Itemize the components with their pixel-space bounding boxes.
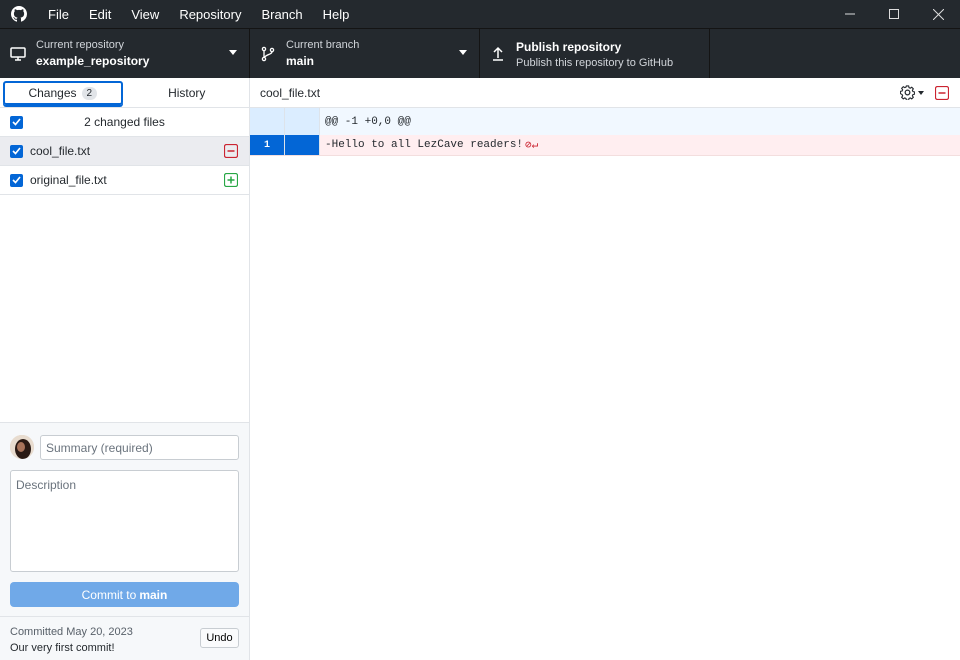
file-checkbox[interactable]	[10, 144, 23, 158]
tab-history-label: History	[168, 86, 206, 100]
maximize-button[interactable]	[872, 0, 916, 28]
tab-changes-label: Changes	[28, 86, 77, 100]
hunk-header-row: @@ -1 +0,0 @@	[250, 108, 960, 135]
file-added-icon	[224, 173, 238, 187]
chevron-down-icon	[459, 50, 467, 55]
current-branch-name: main	[286, 53, 315, 68]
commit-summary-input[interactable]	[40, 435, 239, 460]
publish-repository-title: Publish repository	[516, 39, 622, 54]
avatar	[10, 435, 34, 459]
menu-edit[interactable]: Edit	[79, 0, 121, 28]
chevron-down-icon	[918, 90, 924, 95]
chevron-down-icon	[229, 50, 237, 55]
hunk-header-text: @@ -1 +0,0 @@	[325, 115, 411, 128]
file-checkbox[interactable]	[10, 173, 23, 187]
file-name: cool_file.txt	[30, 144, 91, 158]
menu-bar: File Edit View Repository Branch Help	[38, 0, 359, 28]
github-logo-icon	[10, 5, 28, 23]
tab-history[interactable]: History	[125, 78, 249, 108]
commit-form: Commit to main	[0, 422, 249, 616]
menu-view[interactable]: View	[121, 0, 169, 28]
close-icon	[932, 8, 944, 20]
maximize-icon	[889, 9, 899, 19]
checkmark-icon	[12, 147, 21, 155]
branch-icon	[260, 46, 276, 62]
file-list-item[interactable]: original_file.txt	[0, 166, 249, 195]
toolbar: Current repository example_repository Cu…	[0, 28, 960, 78]
file-name: original_file.txt	[30, 173, 107, 187]
old-line-gutter	[250, 108, 285, 135]
diff-settings-button[interactable]	[900, 85, 924, 100]
last-commit-message: Our very first commit!	[10, 642, 115, 654]
title-bar: File Edit View Repository Branch Help	[0, 0, 960, 28]
current-repository-caption: Current repository	[36, 38, 125, 51]
diff-file-name: cool_file.txt	[260, 85, 321, 100]
commit-button-label: Commit to	[81, 587, 137, 602]
commit-button-branch: main	[139, 587, 168, 602]
publish-repository-caption: Publish this repository to GitHub	[516, 56, 674, 69]
desktop-icon	[10, 46, 26, 62]
window-controls	[828, 0, 960, 28]
file-deleted-icon	[224, 144, 238, 158]
changes-count-badge: 2	[81, 86, 98, 100]
commit-button[interactable]: Commit to main	[10, 582, 239, 607]
select-all-checkbox[interactable]	[10, 115, 23, 129]
undo-button[interactable]: Undo	[200, 628, 239, 648]
menu-file[interactable]: File	[38, 0, 79, 28]
minimize-button[interactable]	[828, 0, 872, 28]
minimize-icon	[845, 13, 855, 15]
no-newline-icon: ⊘↵	[525, 140, 539, 152]
sidebar-tabs: Changes 2 History	[0, 78, 249, 108]
new-line-gutter	[285, 135, 320, 155]
menu-branch[interactable]: Branch	[251, 0, 312, 28]
last-commit-date: Committed May 20, 2023	[10, 626, 133, 638]
deleted-line-content: -Hello to all LezCave readers!	[325, 139, 524, 151]
close-window-button[interactable]	[916, 0, 960, 28]
commit-description-input[interactable]	[10, 470, 239, 572]
current-branch-caption: Current branch	[286, 38, 360, 51]
current-repository-button[interactable]: Current repository example_repository	[0, 29, 250, 78]
changes-header: 2 changed files	[0, 108, 249, 137]
old-line-number: 1	[250, 135, 285, 155]
menu-repository[interactable]: Repository	[169, 0, 251, 28]
diff-deleted-line[interactable]: 1 -Hello to all LezCave readers! ⊘↵	[250, 135, 960, 156]
changes-sidebar: Changes 2 History 2 changed files cool_f…	[0, 78, 250, 660]
last-commit-panel: Committed May 20, 2023 Our very first co…	[0, 616, 249, 660]
tab-changes[interactable]: Changes 2	[3, 81, 123, 105]
current-repository-name: example_repository	[36, 53, 150, 68]
new-line-gutter	[285, 108, 320, 135]
changed-files-count: 2 changed files	[84, 115, 165, 129]
checkmark-icon	[12, 118, 21, 126]
menu-help[interactable]: Help	[313, 0, 360, 28]
diff-line-text: -Hello to all LezCave readers! ⊘↵	[320, 135, 538, 155]
file-deleted-icon	[935, 86, 949, 100]
diff-panel: cool_file.txt @@ -1 +0,0 @@ 1 -Hello to …	[250, 78, 960, 660]
publish-repository-button[interactable]: Publish repository Publish this reposito…	[480, 29, 710, 78]
upload-icon	[490, 46, 506, 62]
file-list-item[interactable]: cool_file.txt	[0, 137, 249, 166]
diff-header: cool_file.txt	[250, 78, 960, 108]
checkmark-icon	[12, 176, 21, 184]
current-branch-button[interactable]: Current branch main	[250, 29, 480, 78]
gear-icon	[900, 85, 915, 100]
